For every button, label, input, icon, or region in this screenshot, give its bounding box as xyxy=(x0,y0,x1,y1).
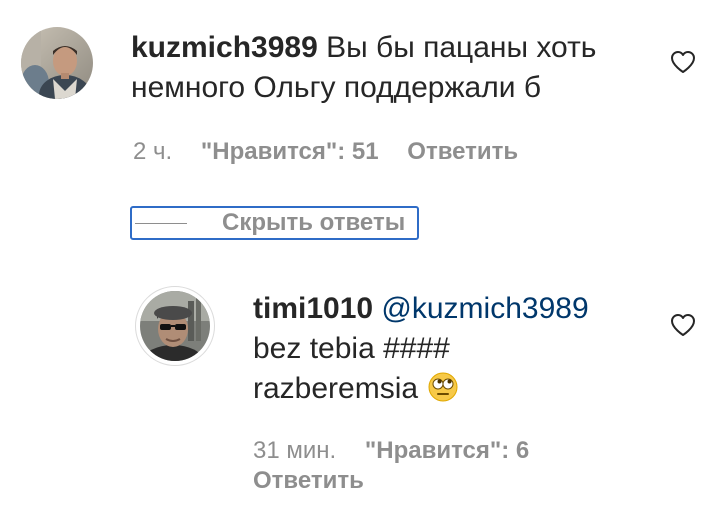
reply-text-line2: razberemsia xyxy=(253,372,419,405)
comment-time[interactable]: 2 ч. xyxy=(133,138,172,165)
reply-meta-second-row: Ответить xyxy=(253,466,386,496)
reply-reply-button[interactable]: Ответить xyxy=(253,467,364,494)
comment-likes[interactable]: "Нравится": 51 xyxy=(201,138,379,165)
commenter-avatar[interactable] xyxy=(21,27,93,99)
reply-body: timi1010 @kuzmich3989 bez tebia #### raz… xyxy=(253,289,633,409)
heart-icon[interactable] xyxy=(670,50,696,74)
reply-avatar[interactable] xyxy=(140,291,210,361)
reply-mention[interactable]: @kuzmich3989 xyxy=(381,292,588,325)
heart-icon[interactable] xyxy=(670,313,696,337)
comment-reply-button[interactable]: Ответить xyxy=(407,138,518,165)
comment-meta: 2 ч. "Нравится": 51 Ответить xyxy=(133,137,540,167)
reply-username[interactable]: timi1010 xyxy=(253,292,373,325)
hide-replies-label: Скрыть ответы xyxy=(222,209,406,236)
hide-replies-button[interactable]: Скрыть ответы xyxy=(130,206,419,240)
reply-likes[interactable]: "Нравится": 6 xyxy=(365,437,529,464)
reply-text-line1: bez tebia #### xyxy=(253,332,450,365)
comment-body: kuzmich3989 Вы бы пацаны хоть немного Ол… xyxy=(131,28,631,108)
comments-thread: kuzmich3989 Вы бы пацаны хоть немного Ол… xyxy=(0,0,718,508)
reply-header-line: timi1010 @kuzmich3989 xyxy=(253,289,633,329)
hide-replies-divider xyxy=(135,222,187,224)
comment-username[interactable]: kuzmich3989 xyxy=(131,31,318,64)
reply-time[interactable]: 31 мин. xyxy=(253,437,336,464)
reply-meta: 31 мин. "Нравится": 6 xyxy=(253,436,551,466)
rolling-eyes-emoji-icon xyxy=(428,372,458,402)
reply-text-line2-wrap: razberemsia xyxy=(253,369,633,409)
